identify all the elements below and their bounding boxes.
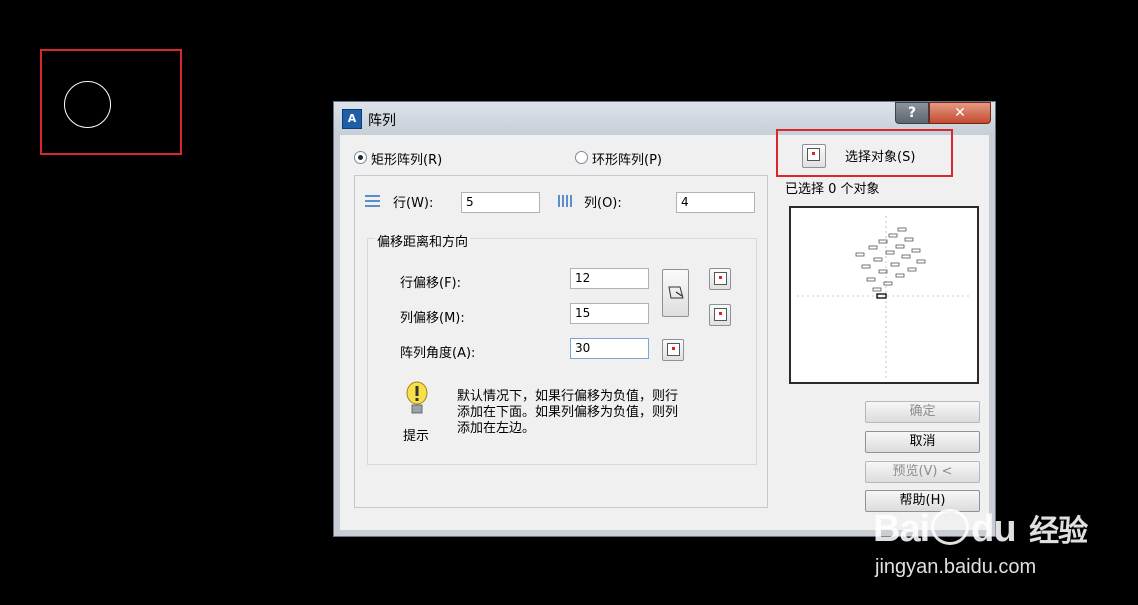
watermark-du: du: [971, 508, 1016, 550]
preview-drawing: [797, 216, 971, 380]
angle-label: 阵列角度(A):: [400, 346, 476, 361]
col-offset-label: 列偏移(M):: [400, 311, 465, 326]
pick-col-offset-button[interactable]: [709, 304, 731, 326]
selected-count: 已选择 0 个对象: [785, 182, 880, 197]
pick-both-offsets-button[interactable]: [662, 269, 689, 317]
pick-row-offset-button[interactable]: [709, 268, 731, 290]
columns-input[interactable]: 4: [676, 192, 755, 213]
row-offset-label: 行偏移(F):: [400, 276, 462, 291]
polar-array-label[interactable]: 环形阵列(P): [592, 149, 662, 168]
paw-icon: [931, 509, 970, 545]
preview-button[interactable]: 预览(V) <: [865, 461, 980, 483]
rect-array-label[interactable]: 矩形阵列(R): [371, 149, 442, 168]
highlight-box-select-objects: [776, 129, 953, 177]
angle-input[interactable]: 30: [570, 338, 649, 359]
rows-icon: [365, 195, 380, 207]
watermark-jingyan: 经验: [1029, 515, 1088, 548]
rows-input[interactable]: 5: [461, 192, 540, 213]
lightbulb-icon: [406, 381, 428, 414]
circle-object[interactable]: [64, 81, 111, 128]
columns-icon: [558, 195, 572, 207]
watermark-bai: Bai: [873, 508, 930, 550]
array-preview: [789, 206, 979, 384]
tip-text-line-3: 添加在左边。: [457, 421, 536, 436]
offset-group-title: 偏移距离和方向: [375, 231, 471, 250]
pick-angle-button[interactable]: [662, 339, 684, 361]
watermark-brand: Bai du 经验: [873, 506, 1088, 551]
rect-array-radio[interactable]: [354, 151, 367, 164]
baidu-watermark: Bai du 经验 jingyan.baidu.com: [873, 486, 1133, 596]
col-offset-input[interactable]: 15: [570, 303, 649, 324]
app-icon: A: [342, 109, 362, 129]
highlight-box-circle: [40, 49, 182, 155]
polar-array-radio[interactable]: [575, 151, 588, 164]
rows-label: 行(W):: [393, 196, 434, 211]
title-help-button[interactable]: ?: [895, 102, 929, 124]
dialog-body: 矩形阵列(R) 环形阵列(P) 行(W): 5 列(O): 4 偏移距离和方向 …: [340, 135, 989, 530]
cancel-button[interactable]: 取消: [865, 431, 980, 453]
tip-label: 提示: [403, 429, 430, 444]
rect-array-group: 行(W): 5 列(O): 4 偏移距离和方向 行偏移(F): 12 列偏移(M…: [354, 175, 768, 508]
columns-label: 列(O):: [584, 196, 622, 211]
close-button[interactable]: ✕: [929, 102, 991, 124]
watermark-url: jingyan.baidu.com: [875, 556, 1037, 578]
row-offset-input[interactable]: 12: [570, 268, 649, 289]
dialog-title: 阵列: [368, 113, 396, 129]
pick-both-offsets-icon: [668, 286, 684, 299]
ok-button[interactable]: 确定: [865, 401, 980, 423]
